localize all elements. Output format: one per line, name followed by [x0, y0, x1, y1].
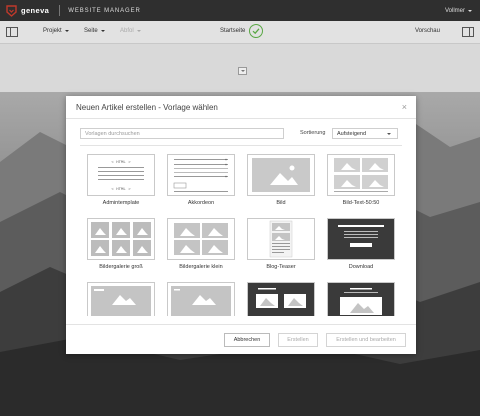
check-circle-icon: [249, 24, 264, 38]
accordion-template-icon: [167, 154, 235, 196]
user-menu[interactable]: Vollmer: [445, 8, 472, 14]
template-tile-akkordeon[interactable]: Akkordeon: [167, 154, 235, 206]
filter-bar: Vorlagen durchsuchen Sortierung: [80, 128, 350, 139]
template-tile-download[interactable]: Download: [327, 218, 395, 270]
brand-name: geneva: [21, 6, 50, 15]
dark-two-images-template-icon: [247, 282, 315, 316]
menu-abfol[interactable]: Abfol: [120, 28, 141, 34]
svg-text:< HTML >: < HTML >: [111, 160, 131, 165]
template-tile-bild-text[interactable]: Bild-Text-50:50: [327, 154, 395, 206]
chevron-down-icon: [136, 30, 141, 32]
template-tile-bildergalerie-klein[interactable]: Bildergalerie klein: [167, 218, 235, 270]
image-with-text-template-icon: [87, 282, 155, 316]
template-tile-image-text[interactable]: [87, 282, 155, 316]
toolbar: Projekt Seite Abfol Startseite Vorschau: [0, 21, 480, 44]
template-label: Bildergalerie groß: [99, 264, 143, 270]
topbar-divider: [59, 5, 61, 16]
close-icon[interactable]: ×: [402, 103, 407, 112]
download-template-icon: [327, 218, 395, 260]
chevron-down-icon: [468, 9, 472, 12]
menu-seite[interactable]: Seite: [84, 28, 105, 34]
gallery-small-template-icon: [167, 218, 235, 260]
template-tile-blog-teaser[interactable]: Blog-Teaser: [247, 218, 315, 270]
dialog-header: Neuen Artikel erstellen - Vorlage wählen: [66, 96, 416, 119]
template-search-input[interactable]: Vorlagen durchsuchen: [80, 128, 284, 139]
template-label: Bild: [276, 200, 286, 206]
template-tile-image-caption[interactable]: [167, 282, 235, 316]
template-label: Akkordeon: [187, 200, 215, 206]
dialog-title: Neuen Artikel erstellen - Vorlage wählen: [76, 102, 218, 112]
template-label: Bild-Text-50:50: [342, 200, 380, 206]
svg-text:< HTML >: < HTML >: [111, 187, 131, 192]
expand-handle[interactable]: [238, 67, 247, 75]
template-label: Blog-Teaser: [266, 264, 296, 270]
left-panel-toggle-icon[interactable]: [6, 27, 18, 37]
create-button[interactable]: Erstellen: [278, 333, 318, 347]
menu-seite-label: Seite: [84, 28, 98, 34]
chevron-down-icon: [100, 30, 105, 32]
user-name: Vollmer: [444, 7, 465, 14]
sort-select-value: Aufsteigend: [337, 130, 367, 137]
create-and-edit-button[interactable]: Erstellen und bearbeiten: [326, 333, 406, 347]
startpage-label: Startseite: [220, 28, 246, 34]
top-bar: geneva WEBSITE MANAGER Vollmer: [0, 0, 480, 21]
template-label: Admintemplate: [102, 200, 140, 206]
sort-label: Sortierung: [300, 130, 326, 136]
template-label: Bildergalerie klein: [179, 264, 223, 270]
sort-select[interactable]: Aufsteigend: [332, 128, 398, 139]
shield-logo-icon: [6, 4, 17, 17]
template-dialog: Neuen Artikel erstellen - Vorlage wählen…: [66, 96, 416, 354]
menu-projekt-label: Projekt: [43, 28, 62, 34]
dark-image-text-template-icon: [327, 282, 395, 316]
startpage-status[interactable]: Startseite: [220, 24, 264, 38]
divider: [80, 145, 402, 146]
blog-teaser-template-icon: [247, 218, 315, 260]
menu-abfol-label: Abfol: [120, 28, 134, 34]
gallery-large-template-icon: [87, 218, 155, 260]
template-tile-bild[interactable]: Bild: [247, 154, 315, 206]
template-tile-bildergalerie-gross[interactable]: Bildergalerie groß: [87, 218, 155, 270]
app-title: WEBSITE MANAGER: [68, 7, 141, 14]
html-list-template-icon: < HTML > < HTML >: [87, 154, 155, 196]
template-tile-admintemplate[interactable]: < HTML > < HTML > Admintemplate: [87, 154, 155, 206]
dialog-footer: Abbrechen Erstellen Erstellen und bearbe…: [66, 324, 416, 354]
right-panel-toggle-icon[interactable]: [462, 27, 474, 37]
cancel-button[interactable]: Abbrechen: [224, 333, 270, 347]
menu-projekt[interactable]: Projekt: [43, 28, 69, 34]
template-label: Download: [348, 264, 374, 270]
image-text-grid-template-icon: [327, 154, 395, 196]
chevron-down-icon: [64, 30, 69, 32]
chevron-down-icon: [387, 133, 391, 135]
preview-button[interactable]: Vorschau: [415, 28, 440, 34]
template-grid: < HTML > < HTML > Admintemplate Akkordeo…: [66, 152, 416, 316]
image-template-icon: [247, 154, 315, 196]
geneva-logo[interactable]: geneva: [6, 4, 50, 17]
image-with-caption-template-icon: [167, 282, 235, 316]
template-tile-dark-images[interactable]: [247, 282, 315, 316]
template-tile-dark-image-text[interactable]: [327, 282, 395, 316]
chevron-down-icon: [240, 70, 245, 72]
